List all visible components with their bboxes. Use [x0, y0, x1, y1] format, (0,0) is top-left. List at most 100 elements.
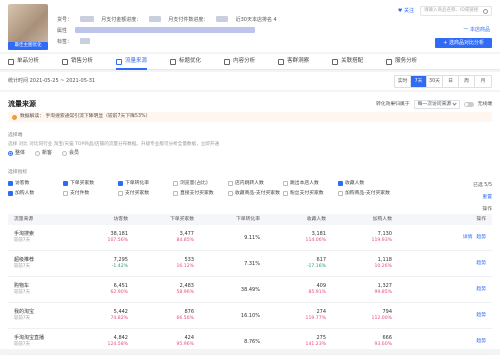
metric-option[interactable]: 收藏人数: [338, 181, 393, 187]
trend-link[interactable]: 趋势: [476, 261, 486, 267]
follow-button[interactable]: ♥ 关注: [398, 8, 414, 14]
trend-link[interactable]: 趋势: [476, 339, 486, 345]
user-type-radios: 整体 新客 会员: [8, 150, 79, 156]
detail-link[interactable]: 详情: [463, 235, 473, 241]
attribution-select[interactable]: 每一次访问来源: [413, 100, 460, 109]
checkbox-icon[interactable]: [118, 181, 123, 187]
cell-buyers: 2,483 58.96%: [134, 283, 200, 296]
metric-option[interactable]: 店内跳转人数: [228, 181, 283, 187]
value: 274: [316, 309, 326, 316]
cell-conversion: 8.76%: [200, 339, 266, 345]
checkbox-icon[interactable]: [118, 191, 123, 197]
period-realtime[interactable]: 实时: [395, 76, 411, 87]
table-body: 手淘搜索 较前7天 38,181 107.56% 3,477 84.85% 9.11% 3,1…: [8, 225, 492, 355]
checkbox-icon[interactable]: [283, 191, 288, 197]
tab-title-optimization[interactable]: 标题优化: [170, 54, 201, 70]
trend-link[interactable]: 趋势: [476, 287, 486, 293]
metric-option[interactable]: 浏览量(占比): [173, 181, 228, 187]
period-day[interactable]: 日: [443, 76, 459, 87]
cell-favorites: 617 -17.16%: [266, 257, 332, 270]
radio-overall[interactable]: 整体: [8, 150, 25, 156]
metric-option[interactable]: 加购人数: [8, 191, 63, 197]
product-search-input[interactable]: 请输入商品名称、ID或链接: [420, 6, 492, 16]
change: 74.82%: [110, 316, 128, 322]
metric-option[interactable]: 加购商品-支付买家数: [338, 191, 393, 197]
tab-sales-analysis[interactable]: 销售分析: [62, 54, 93, 70]
tab-related-match[interactable]: 关联搭配: [332, 54, 363, 70]
value: 6,451: [113, 283, 128, 290]
monthly-count-label: 月支付件数进度：: [168, 16, 209, 23]
monthly-amount-label: 月支付金额进度：: [101, 16, 142, 23]
tab-product-analysis[interactable]: 单品分析: [8, 54, 39, 70]
checkbox-icon[interactable]: [8, 191, 13, 197]
change: 99.85%: [374, 290, 392, 296]
metric-option[interactable]: 访客数: [8, 181, 63, 187]
value: 3,181: [311, 231, 326, 238]
col-conversion[interactable]: 下单转化率: [200, 217, 266, 223]
metric-label: 下单转化率: [125, 181, 149, 186]
checkbox-icon[interactable]: [338, 181, 343, 187]
search-icon[interactable]: [483, 8, 488, 14]
cell-cart: 7,130 119.93%: [332, 231, 398, 244]
period-month[interactable]: 月: [475, 76, 491, 87]
tab-customer-insight[interactable]: 客群洞察: [278, 54, 309, 70]
store-products-link[interactable]: 一 本店商品: [463, 27, 490, 33]
checkbox-icon[interactable]: [63, 191, 68, 197]
reset-button[interactable]: 重置: [473, 192, 492, 204]
tab-service-analysis[interactable]: 服务分析: [386, 54, 417, 70]
metric-option[interactable]: 下单转化率: [118, 181, 173, 187]
tab-traffic-source[interactable]: 流量来源: [116, 54, 148, 70]
product-info-row: 货号： 月支付金额进度： 月支付件数进度： 近30天本店排名 4: [57, 16, 283, 23]
operate-dropdown[interactable]: 操作: [482, 207, 492, 213]
compare-note: 较前7天: [14, 290, 30, 296]
metric-option[interactable]: 支付件数: [63, 191, 118, 197]
metric-option[interactable]: 下单买家数: [63, 181, 118, 187]
period-week[interactable]: 周: [459, 76, 475, 87]
col-cart[interactable]: 加购人数: [332, 217, 398, 223]
service-icon: [386, 58, 393, 65]
thumb-optimize-button[interactable]: 最佳主图优化: [8, 42, 48, 50]
cell-buyers: 3,477 84.85%: [134, 231, 200, 244]
col-favorites[interactable]: 收藏人数: [266, 217, 332, 223]
attribution-label: 转化效果归属于: [376, 101, 410, 107]
add-compare-button[interactable]: + 选商品对比分析: [435, 38, 492, 48]
product-thumbnail[interactable]: [8, 4, 48, 44]
metric-option[interactable]: 粉丝支付买家数: [283, 191, 338, 197]
radio-new[interactable]: 新客: [35, 150, 52, 156]
checkbox-icon[interactable]: [228, 181, 233, 187]
metric-option[interactable]: 收藏商品-支付买家数: [228, 191, 283, 197]
checkbox-icon[interactable]: [338, 191, 343, 197]
cell-visitors: 6,451 62.90%: [68, 283, 134, 296]
value: 4,842: [113, 335, 128, 342]
checkbox-icon[interactable]: [173, 181, 178, 187]
traffic-source-panel: 流量来源 转化效果归属于 每一次访问来源 无线端 数据解读： 手淘搜索通常引流下…: [0, 92, 500, 355]
wireless-toggle[interactable]: [463, 102, 474, 107]
metric-option[interactable]: 支付买家数: [118, 191, 173, 197]
tab-content-analysis[interactable]: 内容分析: [224, 54, 255, 70]
metric-label: 下单买家数: [70, 181, 94, 186]
checkbox-icon[interactable]: [228, 191, 233, 197]
value: 9.11%: [244, 234, 260, 241]
product-tag-row: 标签：: [57, 38, 96, 45]
cell-favorites: 275 141.23%: [266, 335, 332, 348]
radio-member[interactable]: 会员: [62, 150, 79, 156]
change: 119.93%: [371, 238, 392, 244]
period-30d[interactable]: 30天: [427, 76, 443, 87]
value: 424: [184, 335, 194, 342]
col-buyers[interactable]: 下单买家数: [134, 217, 200, 223]
col-source[interactable]: 流量来源: [8, 217, 68, 223]
change: -1.42%: [111, 264, 128, 270]
checkbox-icon[interactable]: [63, 181, 68, 187]
col-visitors[interactable]: 访客数: [68, 217, 134, 223]
metric-option[interactable]: 跳出本店人数: [283, 181, 338, 187]
checkbox-icon[interactable]: [283, 181, 288, 187]
trend-link[interactable]: 趋势: [476, 313, 486, 319]
period-7d[interactable]: 7天: [411, 76, 427, 87]
table-row: 超级推荐 较前7天 7,295 -1.42% 533 16.12% 7.31% 617 -17.…: [8, 251, 492, 277]
value: 8.76%: [244, 338, 260, 345]
checkbox-icon[interactable]: [8, 181, 13, 187]
checkbox-icon[interactable]: [173, 191, 178, 197]
metric-option[interactable]: 直接支付买家数: [173, 191, 228, 197]
trend-link[interactable]: 趋势: [476, 235, 486, 241]
period-selector: 实时 7天 30天 日 周 月: [394, 75, 492, 88]
